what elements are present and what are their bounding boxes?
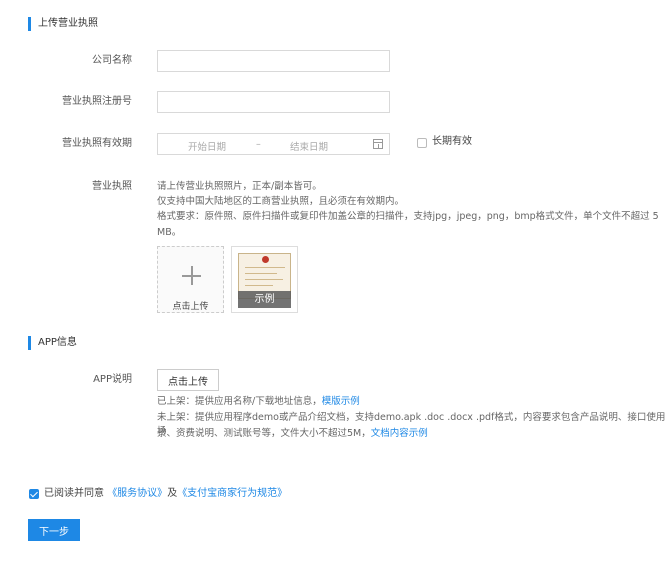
- next-button[interactable]: 下一步: [28, 519, 80, 541]
- cert-line: [245, 279, 283, 280]
- license-upload-box[interactable]: 点击上传: [157, 246, 224, 313]
- example-label: 示例: [238, 291, 291, 308]
- long-term-label: 长期有效: [432, 136, 472, 147]
- seal-icon: [262, 256, 269, 263]
- app-offline-hint-2: 景、资费说明、测试账号等，文件大小不超过5M，文档内容示例: [157, 427, 428, 441]
- cert-line: [245, 273, 277, 274]
- service-agreement-link[interactable]: 《服务协议》: [107, 488, 167, 499]
- end-date-input[interactable]: 结束日期: [290, 139, 328, 153]
- company-name-label: 公司名称: [92, 55, 132, 66]
- agreement-and: 及: [167, 488, 178, 499]
- license-hint-2: 仅支持中国大陆地区的工商营业执照，且必须在有效期内。: [157, 196, 405, 207]
- validity-label: 营业执照有效期: [62, 138, 132, 149]
- date-separator: –: [256, 139, 261, 150]
- app-desc-label: APP说明: [93, 374, 132, 385]
- license-hint-1: 请上传营业执照照片，正本/副本皆可。: [157, 181, 322, 192]
- reg-no-label: 营业执照注册号: [62, 96, 132, 107]
- app-online-hint: 已上架：提供应用名称/下载地址信息，模版示例: [157, 395, 360, 409]
- start-date-input[interactable]: 开始日期: [188, 139, 226, 153]
- app-offline-text-2: 景、资费说明、测试账号等，文件大小不超过5M，: [157, 428, 371, 439]
- agreement-prefix: 已阅读并同意: [44, 488, 104, 499]
- license-hint-4: MB。: [157, 227, 182, 238]
- app-online-text: 已上架：提供应用名称/下载地址信息，: [157, 396, 322, 407]
- calendar-icon[interactable]: [373, 139, 383, 149]
- license-hint-3: 格式要求：原件照、原件扫描件或复印件加盖公章的扫描件，支持jpg，jpeg，pn…: [157, 211, 659, 222]
- merchant-rules-link[interactable]: 《支付宝商家行为规范》: [177, 488, 287, 499]
- section-title-app: APP信息: [28, 336, 77, 350]
- agreement-text: 已阅读并同意 《服务协议》及《支付宝商家行为规范》: [44, 487, 287, 501]
- cert-line: [245, 285, 273, 286]
- reg-no-input[interactable]: [157, 91, 390, 113]
- app-upload-button[interactable]: 点击上传: [157, 369, 219, 391]
- section-title-license: 上传营业执照: [28, 17, 98, 31]
- license-label: 营业执照: [92, 181, 132, 192]
- doc-content-example-link[interactable]: 文档内容示例: [371, 428, 428, 439]
- plus-icon-vertical: [191, 266, 193, 285]
- template-example-link[interactable]: 模版示例: [322, 396, 360, 407]
- cert-line: [245, 267, 285, 268]
- upload-label: 点击上传: [172, 302, 209, 312]
- license-example-thumbnail[interactable]: 示例: [231, 246, 298, 313]
- validity-date-range[interactable]: 开始日期 – 结束日期: [157, 133, 390, 155]
- long-term-checkbox[interactable]: [417, 138, 427, 148]
- company-name-input[interactable]: [157, 50, 390, 72]
- agreement-checkbox[interactable]: [29, 489, 39, 499]
